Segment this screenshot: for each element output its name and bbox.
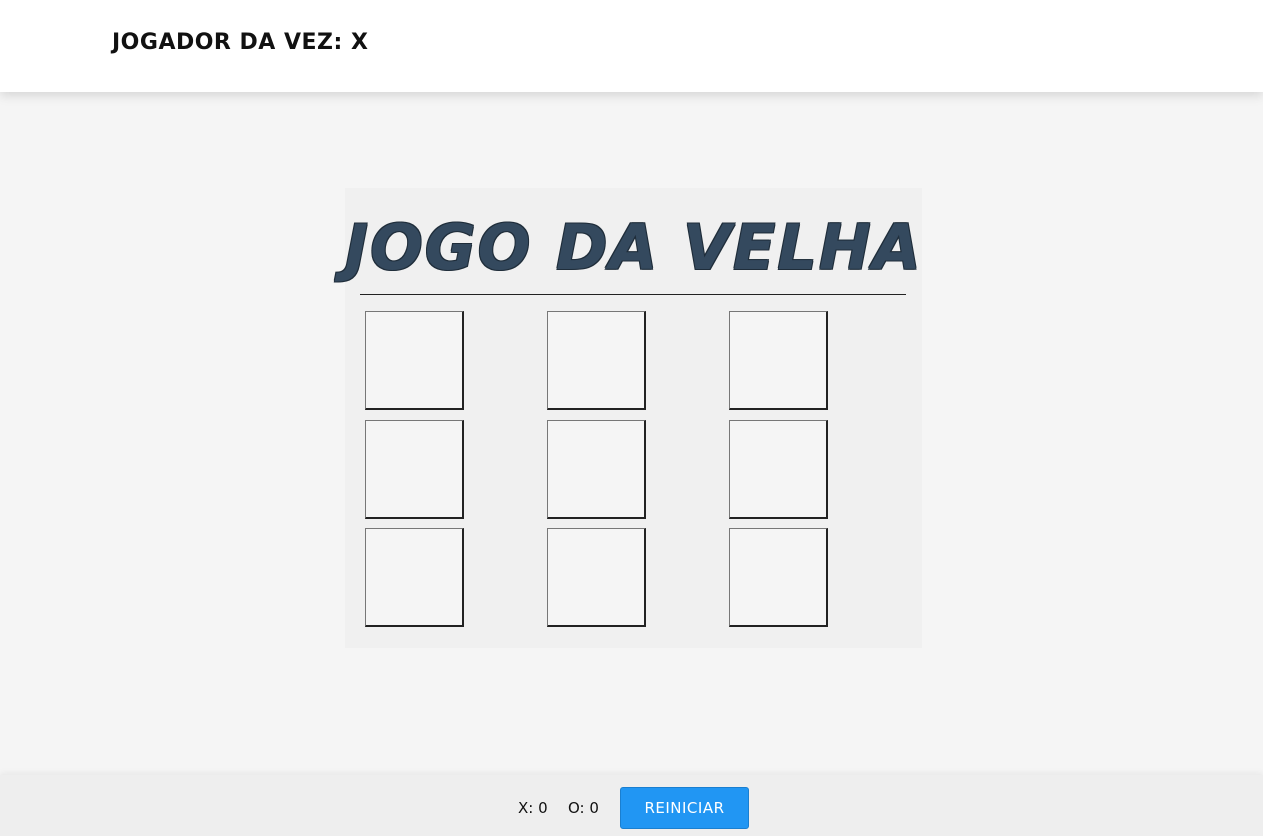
board-cell-7[interactable]: [365, 528, 464, 627]
footer-bar: X: 0 O: 0 REINICIAR: [0, 775, 1263, 836]
game-panel: JOGO DA VELHA: [345, 188, 922, 648]
score-o-value: 0: [589, 799, 599, 817]
board-cell-3[interactable]: [729, 311, 828, 410]
score-o-label: O:: [568, 799, 585, 817]
game-title: JOGO DA VELHA: [345, 211, 923, 284]
top-bar: JOGADOR DA VEZ: X: [0, 0, 1263, 92]
score-x: X: 0: [518, 799, 548, 817]
restart-button[interactable]: REINICIAR: [620, 787, 749, 829]
board-cell-5[interactable]: [547, 420, 646, 519]
score-x-value: 0: [538, 799, 548, 817]
board-cell-2[interactable]: [547, 311, 646, 410]
current-player: X: [350, 30, 369, 55]
score-x-label: X:: [518, 799, 534, 817]
board-cell-9[interactable]: [729, 528, 828, 627]
board-cell-4[interactable]: [365, 420, 464, 519]
score-o: O: 0: [568, 799, 599, 817]
current-turn: JOGADOR DA VEZ: X: [112, 30, 368, 55]
turn-label: JOGADOR DA VEZ:: [112, 30, 343, 55]
board-cell-1[interactable]: [365, 311, 464, 410]
title-divider: [360, 294, 906, 295]
board-cell-8[interactable]: [547, 528, 646, 627]
board-cell-6[interactable]: [729, 420, 828, 519]
